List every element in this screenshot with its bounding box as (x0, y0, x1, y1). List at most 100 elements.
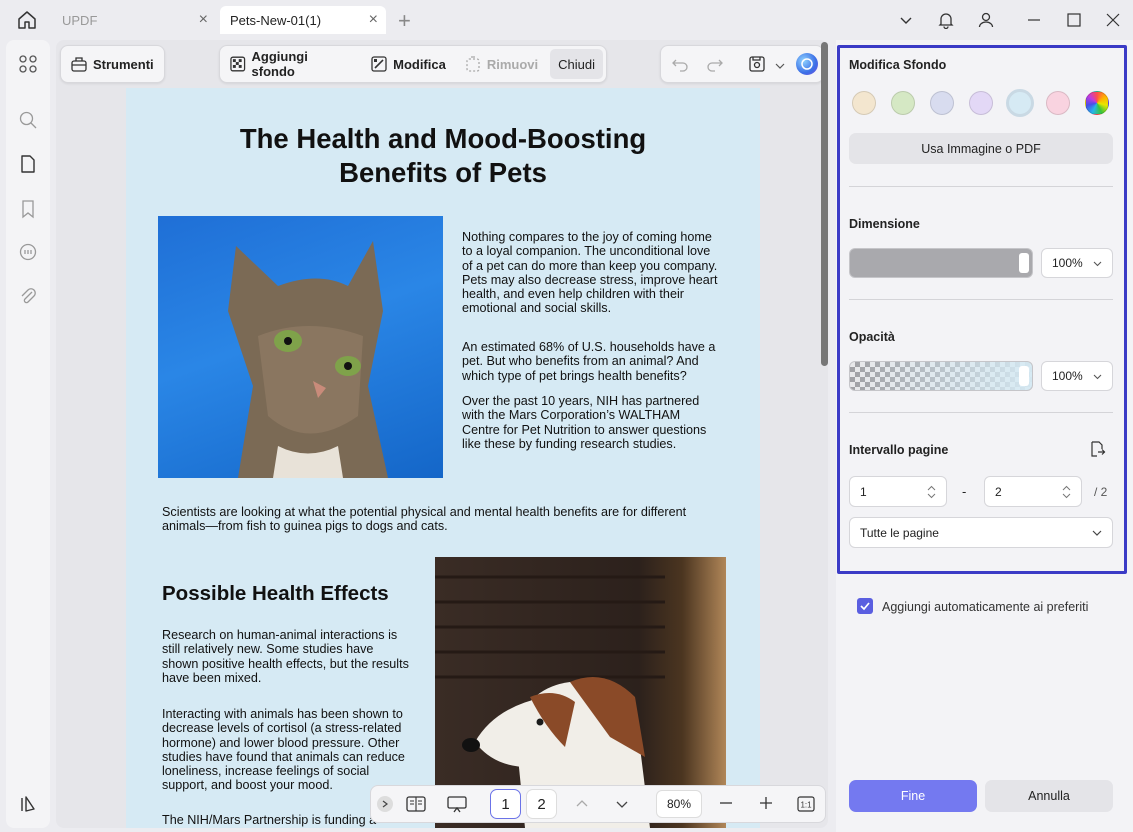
new-tab-icon[interactable]: + (398, 8, 411, 34)
page-1-label: 1 (501, 795, 510, 813)
add-background-label: Aggiungi sfondo (251, 49, 308, 79)
size-label: Dimensione (849, 217, 920, 231)
document-title: The Health and Mood-Boosting Benefits of… (126, 122, 760, 190)
opacity-slider-handle[interactable] (1019, 366, 1029, 386)
done-button[interactable]: Fine (849, 780, 977, 812)
tab-pets-new[interactable]: Pets-New-01(1) × (220, 6, 386, 34)
pages-select-value: Tutte le pagine (860, 525, 939, 540)
done-label: Fine (900, 789, 926, 803)
range-from-input[interactable]: 1 (849, 476, 947, 507)
scientists-paragraph: Scientists are looking at what the poten… (162, 505, 687, 534)
page-icon[interactable] (16, 152, 40, 176)
edit-checker-icon (371, 56, 387, 72)
stepper-icon[interactable] (1062, 484, 1071, 500)
cancel-button[interactable]: Annulla (985, 780, 1113, 812)
ai-assistant-icon[interactable] (796, 53, 818, 75)
range-from-value: 1 (860, 484, 867, 499)
zoom-out-icon[interactable] (719, 796, 733, 815)
bell-icon[interactable] (934, 8, 958, 32)
tab-label: Pets-New-01(1) (230, 12, 322, 28)
color-picker-icon[interactable] (1085, 91, 1109, 115)
add-background-button[interactable]: Aggiungi sfondo (223, 49, 358, 79)
page-range-settings-icon[interactable] (1088, 440, 1106, 463)
panel-title: Modifica Sfondo (849, 58, 947, 72)
page-navigation-bar (370, 785, 826, 823)
presentation-icon[interactable] (446, 795, 468, 818)
page-1-button[interactable]: 1 (490, 789, 521, 819)
opacity-value: 100% (1052, 369, 1083, 383)
checker-icon (230, 56, 246, 72)
auto-favorite-checkbox[interactable] (857, 598, 873, 614)
zoom-in-icon[interactable] (759, 796, 773, 815)
size-slider[interactable] (849, 248, 1033, 278)
thumbnails-icon[interactable] (16, 52, 40, 76)
actual-size-icon[interactable]: 1:1 (797, 796, 815, 817)
background-toolbar: Aggiungi sfondo Modifica Rimuovi Chiudi (219, 45, 607, 83)
close-tab-icon[interactable]: × (369, 11, 378, 29)
households-paragraph: An estimated 68% of U.S. households have… (462, 340, 716, 383)
tab-updf[interactable]: UPDF × (52, 6, 216, 34)
check-icon (860, 602, 870, 611)
chevron-down-icon (1093, 261, 1102, 266)
cortisol-paragraph: Interacting with animals has been shown … (162, 707, 405, 793)
swatch-pink[interactable] (1046, 91, 1070, 115)
chevron-down-icon (1092, 530, 1102, 536)
swatch-blue-gray[interactable] (930, 91, 954, 115)
swatch-light-blue-selected[interactable] (1006, 89, 1034, 117)
chevron-down-icon[interactable] (894, 8, 918, 32)
tools-label: Strumenti (93, 56, 154, 72)
opacity-slider[interactable] (849, 361, 1033, 391)
zoom-level[interactable]: 80% (656, 790, 702, 818)
edit-background-label: Modifica (393, 56, 446, 72)
size-dropdown[interactable]: 100% (1041, 248, 1113, 278)
save-icon[interactable] (748, 55, 766, 78)
close-tab-icon[interactable]: × (199, 11, 208, 29)
attachment-icon[interactable] (16, 284, 40, 308)
swatch-green[interactable] (891, 91, 915, 115)
maximize-icon[interactable] (1062, 8, 1086, 32)
redo-icon[interactable] (707, 56, 723, 77)
nih-paragraph: Over the past 10 years, NIH has partnere… (462, 394, 707, 451)
remove-background-button[interactable]: Rimuovi (458, 49, 544, 79)
range-to-value: 2 (995, 484, 1002, 499)
use-image-label: Usa Immagine o PDF (921, 141, 1041, 156)
title-bar: UPDF × Pets-New-01(1) × + (0, 0, 1133, 40)
layers-icon[interactable] (16, 792, 40, 816)
vertical-scrollbar[interactable] (821, 42, 828, 366)
document-title-line1: The Health and Mood-Boosting (239, 123, 647, 154)
expand-arrow-icon[interactable] (377, 796, 393, 812)
search-icon[interactable] (16, 108, 40, 132)
range-total: / 2 (1094, 485, 1108, 499)
user-icon[interactable] (974, 8, 998, 32)
edit-background-button[interactable]: Modifica (364, 49, 452, 79)
swatch-beige[interactable] (852, 91, 876, 115)
save-menu-chevron-icon[interactable] (775, 58, 785, 76)
cancel-label: Annulla (1028, 789, 1070, 803)
minimize-icon[interactable] (1022, 8, 1046, 32)
chevron-up-icon[interactable] (575, 797, 589, 816)
home-icon[interactable] (16, 9, 38, 31)
page-layout-icon[interactable] (406, 795, 426, 818)
opacity-dropdown[interactable]: 100% (1041, 361, 1113, 391)
range-to-input[interactable]: 2 (984, 476, 1082, 507)
swatch-lavender[interactable] (969, 91, 993, 115)
bookmark-icon[interactable] (16, 197, 40, 221)
page-2-button[interactable]: 2 (526, 789, 557, 819)
close-mode-button[interactable]: Chiudi (550, 49, 603, 79)
size-slider-handle[interactable] (1019, 253, 1029, 273)
page-2-label: 2 (537, 795, 546, 813)
stepper-icon[interactable] (927, 484, 936, 500)
range-separator: - (962, 484, 967, 499)
use-image-button[interactable]: Usa Immagine o PDF (849, 133, 1113, 164)
pages-select[interactable]: Tutte le pagine (849, 517, 1113, 548)
intro-paragraph: Nothing compares to the joy of coming ho… (462, 230, 718, 316)
close-window-icon[interactable] (1101, 8, 1125, 32)
cat-photo (158, 216, 443, 478)
tools-button[interactable]: Strumenti (64, 49, 161, 79)
comment-icon[interactable] (16, 240, 40, 264)
svg-text:1:1: 1:1 (800, 801, 812, 810)
research-paragraph: Research on human-animal interactions is… (162, 628, 409, 685)
chevron-down-page-icon[interactable] (615, 797, 629, 816)
undo-icon[interactable] (672, 56, 688, 77)
chevron-down-icon (1093, 374, 1102, 379)
